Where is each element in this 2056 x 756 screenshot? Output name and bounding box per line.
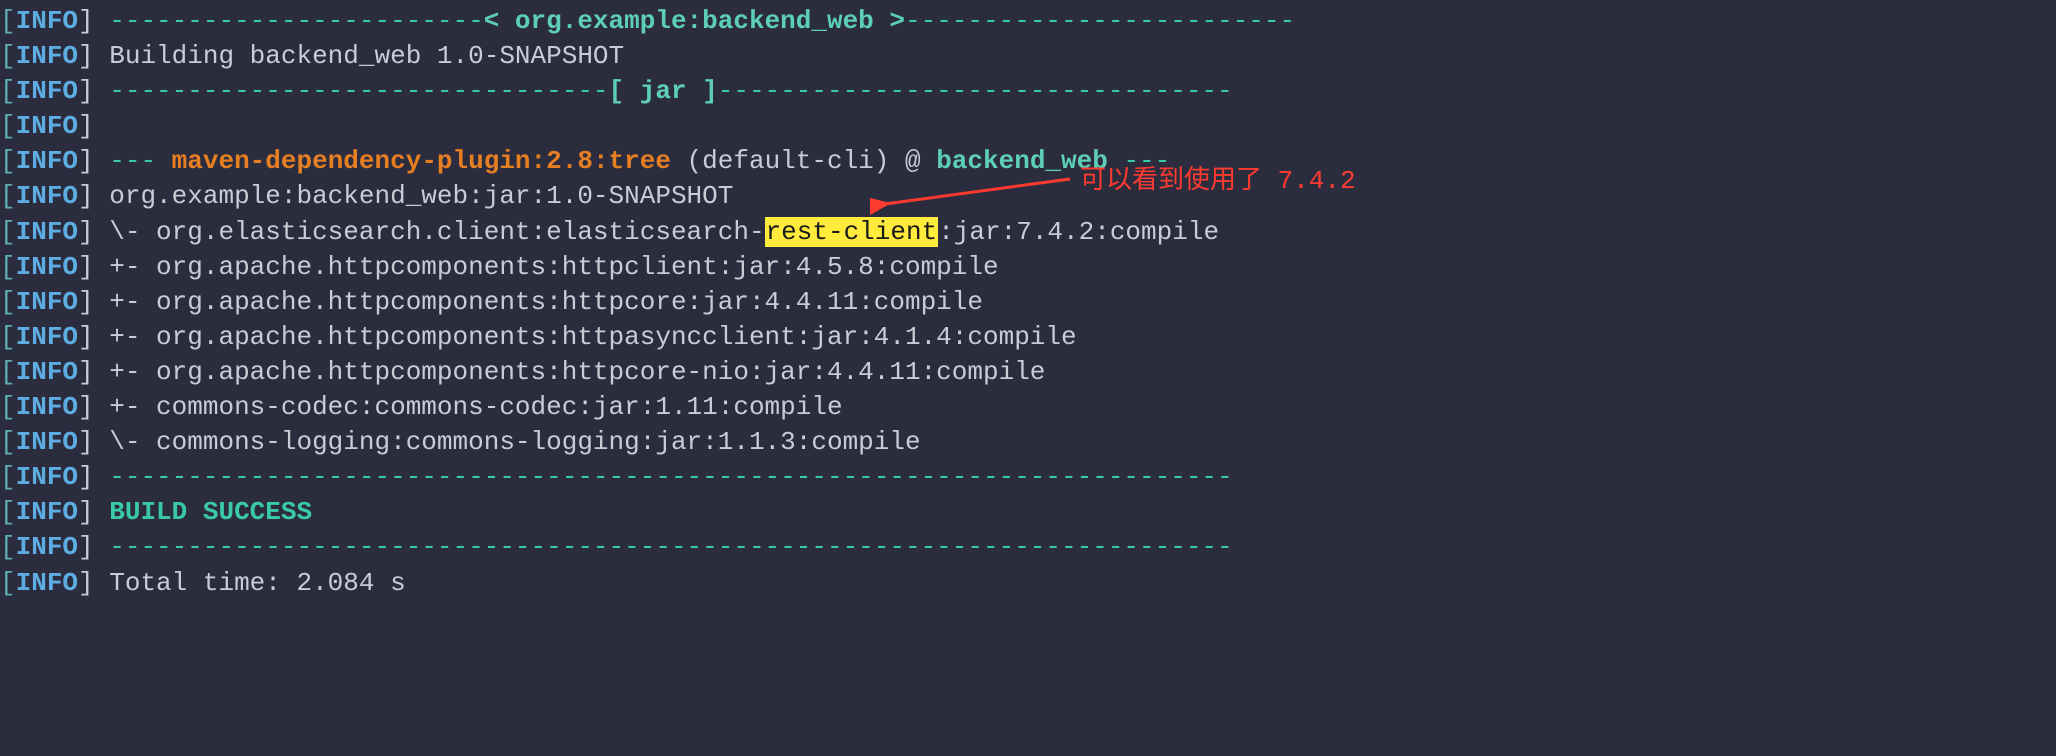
log-level-info: INFO (16, 462, 78, 492)
log-line-root-artifact: [INFO] org.example:backend_web:jar:1.0-S… (0, 179, 2056, 214)
log-line-separator: [INFO] ---------------------------------… (0, 530, 2056, 565)
log-line-header-module: [INFO] ------------------------< org.exa… (0, 4, 2056, 39)
log-level-info: INFO (16, 322, 78, 352)
log-line-dependency: [INFO] +- org.apache.httpcomponents:http… (0, 320, 2056, 355)
separator: ----------------------------------------… (109, 532, 1232, 562)
dashes: -------------------------------- (109, 76, 608, 106)
terminal-output: [INFO] ------------------------< org.exa… (0, 4, 2056, 601)
log-level-info: INFO (16, 568, 78, 598)
log-level-info: INFO (16, 532, 78, 562)
annotation-label: 可以看到使用了 7.4.2 (1080, 164, 1356, 199)
plugin-goal: maven-dependency-plugin:2.8:tree (172, 146, 671, 176)
log-line-dependency: [INFO] +- org.apache.httpcomponents:http… (0, 285, 2056, 320)
dep-tree-node: \- commons-logging:commons-logging:jar:1… (109, 427, 920, 457)
log-level-info: INFO (16, 392, 78, 422)
log-line-empty: [INFO] (0, 109, 2056, 144)
log-line-dependency: [INFO] +- org.apache.httpcomponents:http… (0, 250, 2056, 285)
artifact-coords: org.example:backend_web:jar:1.0-SNAPSHOT (109, 181, 733, 211)
log-line-dependency-es: [INFO] \- org.elasticsearch.client:elast… (0, 215, 2056, 250)
build-message: Building backend_web 1.0-SNAPSHOT (109, 41, 624, 71)
dep-tree-node-suffix: :jar:7.4.2:compile (938, 217, 1219, 247)
log-line-dependency: [INFO] \- commons-logging:commons-loggin… (0, 425, 2056, 460)
log-line-packaging: [INFO] --------------------------------[… (0, 74, 2056, 109)
dep-tree-node: +- commons-codec:commons-codec:jar:1.11:… (109, 392, 842, 422)
log-level-info: INFO (16, 76, 78, 106)
build-success: BUILD SUCCESS (109, 497, 312, 527)
log-level-info: INFO (16, 6, 78, 36)
dep-tree-node: +- org.apache.httpcomponents:httpcore-ni… (109, 357, 1045, 387)
log-level-info: INFO (16, 146, 78, 176)
dep-tree-node: +- org.apache.httpcomponents:httpclient:… (109, 252, 998, 282)
log-level-info: INFO (16, 181, 78, 211)
bracket-open: [ (0, 6, 16, 36)
log-line-dependency: [INFO] +- commons-codec:commons-codec:ja… (0, 390, 2056, 425)
dashes: ------------------------- (905, 6, 1295, 36)
highlight-rest-client: rest-client (765, 217, 939, 247)
log-level-info: INFO (16, 252, 78, 282)
log-level-info: INFO (16, 111, 78, 141)
module-name: < org.example:backend_web > (484, 6, 905, 36)
log-level-info: INFO (16, 217, 78, 247)
dep-tree-node: \- org.elasticsearch.client:elasticsearc… (109, 217, 764, 247)
packaging-label: [ jar ] (609, 76, 718, 106)
separator: ----------------------------------------… (109, 462, 1232, 492)
log-line-total-time: [INFO] Total time: 2.084 s (0, 566, 2056, 601)
log-line-build-success: [INFO] BUILD SUCCESS (0, 495, 2056, 530)
bracket-close: ] (78, 6, 94, 36)
dep-tree-node: +- org.apache.httpcomponents:httpcore:ja… (109, 287, 983, 317)
log-line-building: [INFO] Building backend_web 1.0-SNAPSHOT (0, 39, 2056, 74)
dashes: --------------------------------- (718, 76, 1233, 106)
log-line-separator: [INFO] ---------------------------------… (0, 460, 2056, 495)
log-line-dependency: [INFO] +- org.apache.httpcomponents:http… (0, 355, 2056, 390)
log-level-info: INFO (16, 497, 78, 527)
log-level-info: INFO (16, 427, 78, 457)
log-level-info: INFO (16, 41, 78, 71)
log-level-info: INFO (16, 357, 78, 387)
dashes: --- (109, 146, 171, 176)
execution-context: (default-cli) @ (671, 146, 936, 176)
log-line-plugin: [INFO] --- maven-dependency-plugin:2.8:t… (0, 144, 2056, 179)
dashes: ------------------------ (109, 6, 483, 36)
total-time: Total time: 2.084 s (109, 568, 405, 598)
dep-tree-node: +- org.apache.httpcomponents:httpasynccl… (109, 322, 1076, 352)
log-level-info: INFO (16, 287, 78, 317)
